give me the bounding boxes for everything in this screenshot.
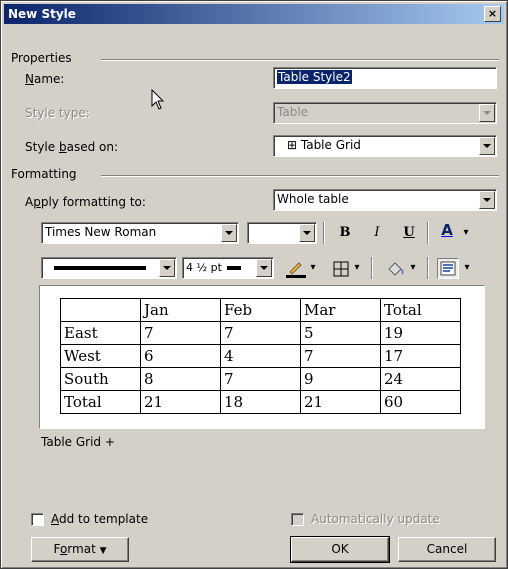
- cell-alignment-button[interactable]: [437, 258, 459, 279]
- table-cell: 19: [380, 321, 461, 345]
- apply-formatting-select[interactable]: Whole table: [273, 189, 497, 211]
- line-style-select[interactable]: [41, 257, 177, 279]
- border-color-icon[interactable]: [285, 260, 307, 278]
- table-row: Jan Feb Mar Total: [60, 298, 461, 322]
- shading-color-icon[interactable]: [385, 260, 407, 278]
- automatically-update-label: Automatically update: [311, 512, 440, 526]
- line-weight-sample: [226, 265, 241, 270]
- font-name-dropdown-icon[interactable]: [221, 224, 237, 242]
- table-cell: 21: [140, 390, 221, 414]
- style-type-select: Table: [273, 102, 497, 124]
- font-color-icon: A: [441, 221, 453, 239]
- cell-alignment-dropdown-icon[interactable]: ▾: [461, 257, 473, 279]
- table-cell: 7: [220, 367, 301, 391]
- borders-dropdown-icon[interactable]: ▾: [351, 257, 363, 279]
- table-cell: 5: [300, 321, 381, 345]
- new-style-dialog: New Style × Properties Name: Table Style…: [0, 0, 508, 569]
- add-to-template-label[interactable]: Add to template: [51, 512, 148, 526]
- table-row: West 6 4 7 17: [60, 344, 461, 368]
- style-based-on-dropdown-icon[interactable]: [479, 137, 495, 155]
- line-style-dropdown-icon[interactable]: [159, 259, 175, 277]
- style-based-on-label: Style based on:: [25, 140, 119, 154]
- dialog-title: New Style: [8, 7, 76, 21]
- font-color-button[interactable]: A: [435, 219, 459, 241]
- toolbar-separator: [427, 257, 429, 279]
- style-type-label: Style type:: [25, 106, 90, 120]
- table-preview: Jan Feb Mar Total East 7 7 5 19 West 6 4 7 17 South 8 7 9…: [39, 285, 485, 429]
- apply-formatting-label: Apply formatting to:: [25, 195, 146, 209]
- table-cell: 7: [140, 321, 221, 345]
- close-button[interactable]: ×: [484, 6, 501, 22]
- style-type-value: Table: [277, 105, 309, 119]
- table-row: Total 21 18 21 60: [60, 390, 461, 414]
- table-cell: 18: [220, 390, 301, 414]
- title-bar[interactable]: New Style ×: [4, 4, 504, 24]
- toolbar-separator: [323, 222, 325, 244]
- line-style-sample: [54, 266, 146, 270]
- format-button[interactable]: Format ▼: [31, 537, 129, 562]
- table-cell: 7: [220, 321, 301, 345]
- table-cell: Feb: [220, 298, 301, 322]
- table-cell: 6: [140, 344, 221, 368]
- apply-formatting-dropdown-icon[interactable]: [479, 191, 495, 209]
- line-weight-value: 4 ½ pt: [186, 261, 222, 274]
- table-cell: East: [60, 321, 141, 345]
- table-cell: 60: [380, 390, 461, 414]
- italic-button[interactable]: I: [365, 222, 389, 244]
- line-weight-dropdown-icon[interactable]: [256, 259, 272, 277]
- automatically-update-checkbox: [291, 513, 304, 526]
- font-color-dropdown-icon[interactable]: ▾: [459, 222, 473, 244]
- table-cell: [60, 298, 141, 322]
- table-cell: 9: [300, 367, 381, 391]
- cell-alignment-icon: [440, 261, 456, 276]
- style-based-on-value: ⊞ Table Grid: [287, 138, 361, 152]
- mouse-pointer-icon: [151, 89, 165, 110]
- style-type-dropdown-icon: [479, 104, 495, 122]
- font-size-select[interactable]: [247, 222, 317, 244]
- bold-button[interactable]: B: [333, 222, 357, 244]
- preview-table: Jan Feb Mar Total East 7 7 5 19 West 6 4 7 17 South 8 7 9…: [60, 298, 461, 414]
- font-name-value: Times New Roman: [45, 225, 157, 239]
- table-cell: 21: [300, 390, 381, 414]
- toolbar-separator: [371, 257, 373, 279]
- formatting-divider: [101, 175, 499, 177]
- table-cell: Mar: [300, 298, 381, 322]
- line-weight-select[interactable]: 4 ½ pt: [182, 257, 274, 279]
- ok-button[interactable]: OK: [290, 536, 390, 563]
- table-cell: Total: [60, 390, 141, 414]
- shading-dropdown-icon[interactable]: ▾: [407, 257, 419, 279]
- cancel-button[interactable]: Cancel: [398, 537, 496, 562]
- font-size-dropdown-icon[interactable]: [299, 224, 315, 242]
- table-cell: 24: [380, 367, 461, 391]
- format-dropdown-icon: ▼: [99, 546, 107, 556]
- table-row: South 8 7 9 24: [60, 367, 461, 391]
- font-name-select[interactable]: Times New Roman: [41, 222, 239, 244]
- borders-icon[interactable]: [333, 261, 349, 277]
- style-description: Table Grid +: [41, 435, 115, 449]
- table-cell: Total: [380, 298, 461, 322]
- add-to-template-checkbox[interactable]: [31, 513, 44, 526]
- table-cell: 7: [300, 344, 381, 368]
- table-cell: Jan: [140, 298, 221, 322]
- table-cell: 4: [220, 344, 301, 368]
- toolbar-separator: [427, 222, 429, 244]
- table-cell: West: [60, 344, 141, 368]
- properties-group-label: Properties: [11, 51, 78, 65]
- name-input-value: Table Style2: [277, 70, 352, 84]
- properties-divider: [101, 59, 499, 61]
- table-cell: 17: [380, 344, 461, 368]
- formatting-group-label: Formatting: [11, 167, 83, 181]
- name-input[interactable]: Table Style2: [273, 67, 497, 89]
- underline-button[interactable]: U: [397, 222, 421, 244]
- table-row: East 7 7 5 19: [60, 321, 461, 345]
- table-cell: South: [60, 367, 141, 391]
- name-label: Name:: [25, 72, 65, 86]
- border-color-dropdown-icon[interactable]: ▾: [307, 257, 319, 279]
- apply-formatting-value: Whole table: [277, 192, 349, 206]
- style-based-on-select[interactable]: ⊞ Table Grid: [273, 135, 497, 157]
- table-cell: 8: [140, 367, 221, 391]
